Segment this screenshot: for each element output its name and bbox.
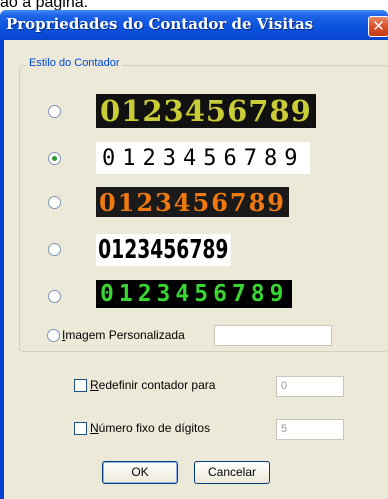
reset-counter-label[interactable]: Redefinir contador para [90,378,215,392]
style-option-4-digits[interactable]: 0123456789 [96,234,231,266]
style-option-4-radio[interactable] [48,243,61,256]
custom-image-field[interactable] [214,325,332,346]
close-icon: ✕ [372,17,385,35]
dialog-body: Estilo do Contador 0123456789 0123456789… [4,40,388,499]
custom-image-label[interactable]: Imagem Personalizada [62,328,185,342]
counter-style-legend: Estilo do Contador [27,57,122,69]
fixed-digits-value-field[interactable]: 5 [276,419,344,440]
reset-counter-value-field[interactable]: 0 [276,376,344,397]
fixed-digits-checkbox[interactable] [74,422,87,435]
style-option-3-digits[interactable]: 0123456789 [96,187,289,217]
dialog-window: Propriedades do Contador de Visitas ✕ Es… [0,10,388,499]
style-option-2-radio[interactable] [48,152,61,165]
reset-counter-checkbox[interactable] [74,379,87,392]
ok-button[interactable]: OK [102,461,178,484]
cancel-button[interactable]: Cancelar [194,461,270,484]
style-option-1-radio[interactable] [48,105,61,118]
style-option-1-digits[interactable]: 0123456789 [96,94,316,128]
dialog-title: Propriedades do Contador de Visitas [6,15,314,33]
custom-image-radio[interactable] [47,329,60,342]
style-option-5-digits[interactable]: 0123456789 [96,280,293,308]
title-bar[interactable]: Propriedades do Contador de Visitas ✕ [0,10,388,40]
style-option-3-radio[interactable] [48,196,61,209]
close-button[interactable]: ✕ [368,16,388,37]
style-option-5-radio[interactable] [48,290,61,303]
fixed-digits-label[interactable]: Número fixo de dígitos [90,421,210,435]
style-option-2-digits[interactable]: 0123456789 [96,142,311,174]
